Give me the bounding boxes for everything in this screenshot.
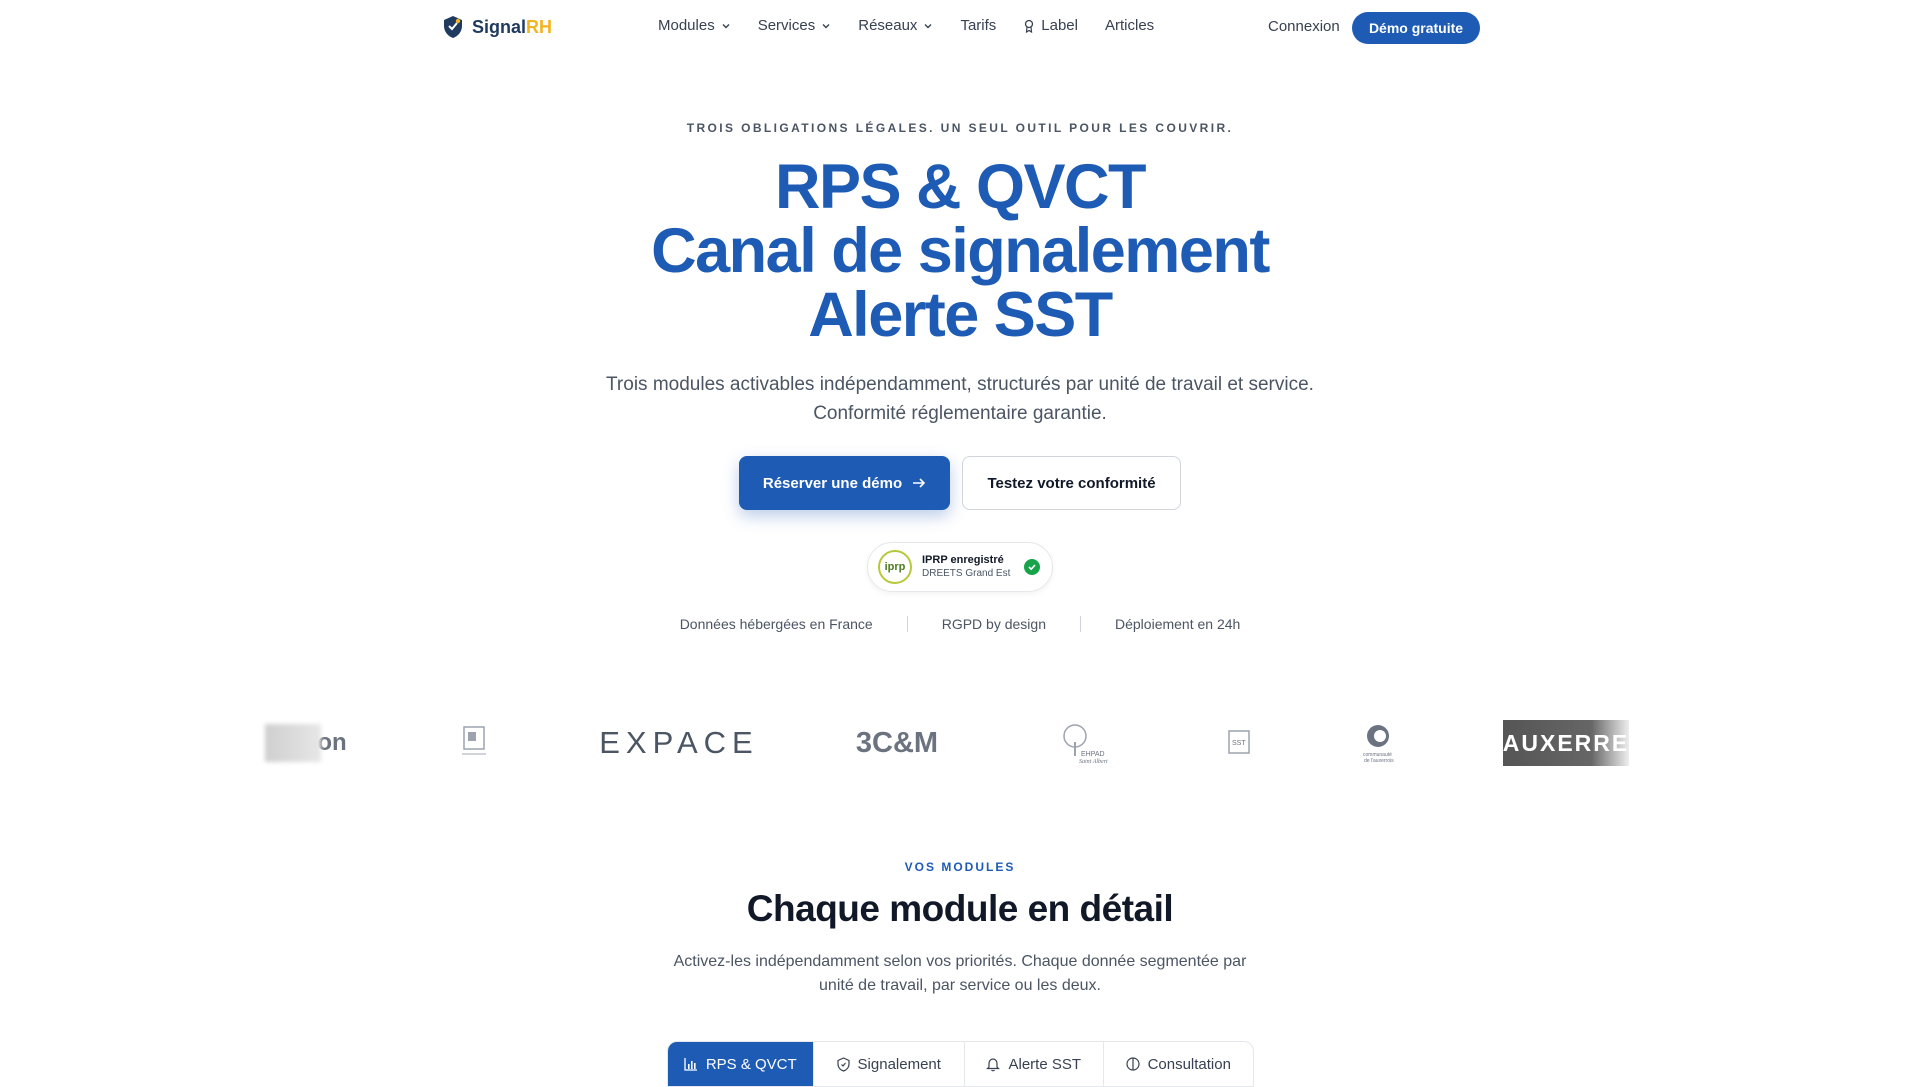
ehpad-logo: EHPAD Saint Albert	[1046, 720, 1116, 766]
check-icon	[1024, 559, 1041, 575]
region-logo: on	[261, 720, 351, 766]
login-link[interactable]: Connexion	[1268, 18, 1340, 35]
badge-title: IPRP enregistré	[922, 554, 1004, 566]
bar-chart-icon	[684, 1058, 697, 1071]
section-title: Chaque module en détail	[746, 888, 1174, 929]
book-demo-button[interactable]: Réserver une démo	[739, 456, 950, 510]
client-logo-strip: on EXPACE 3C&M EHPAD Saint Albert SST com…	[259, 720, 1659, 766]
section-eyebrow: VOS MODULES	[904, 860, 1016, 874]
divider	[906, 616, 908, 632]
iprp-logo: iprp	[878, 550, 912, 584]
main-nav: Modules Services Réseaux Tarifs Label Ar…	[658, 17, 1154, 34]
sst-logo: SST	[1219, 720, 1259, 766]
arrow-right-icon	[913, 478, 926, 488]
hero-title-line-1: RPS & QVCT	[774, 152, 1147, 222]
nav-articles[interactable]: Articles	[1105, 17, 1154, 34]
brand-name: SignalRH	[472, 16, 553, 37]
divider	[1080, 616, 1081, 632]
chevron-down-icon	[924, 23, 932, 28]
module-tabs: RPS & QVCT Signalement Alerte SST Consul…	[667, 1041, 1254, 1087]
chevron-down-icon	[722, 23, 730, 28]
free-demo-button[interactable]: Démo gratuite	[1352, 12, 1480, 44]
tab-consultation[interactable]: Consultation	[1104, 1042, 1253, 1086]
nav-tarifs[interactable]: Tarifs	[960, 17, 996, 34]
shield-logo-icon	[444, 16, 462, 38]
auxerre-logo: AUXERRE	[1503, 720, 1629, 766]
svg-text:EHPAD: EHPAD	[1081, 751, 1105, 758]
feature-rgpd: RGPD by design	[941, 616, 1046, 632]
svg-text:SST: SST	[1232, 740, 1246, 747]
compliance-test-button[interactable]: Testez votre conformité	[962, 456, 1181, 510]
feature-list: Données hébergées en France RGPD by desi…	[0, 616, 1920, 632]
brand-logo[interactable]: SignalRH	[442, 14, 552, 40]
3cm-logo: 3C&M	[855, 726, 939, 759]
auxerrois-logo: communauté de l'auxerrois	[1353, 720, 1403, 766]
expace-logo: EXPACE	[599, 725, 759, 760]
chevron-down-icon	[822, 23, 830, 28]
hero-title-line-2: Canal de signalement	[651, 216, 1270, 286]
nav-modules[interactable]: Modules	[658, 17, 731, 34]
hero-lead: Trois modules activables indépendamment,…	[606, 374, 1314, 424]
feature-deploy: Déploiement en 24h	[1115, 616, 1241, 632]
svg-text:Saint Albert: Saint Albert	[1079, 759, 1108, 764]
nav-label[interactable]: Label	[1023, 17, 1078, 34]
tab-signalement[interactable]: Signalement	[814, 1042, 965, 1086]
iprp-badge: iprp IPRP enregistré DREETS Grand Est	[867, 542, 1053, 592]
tab-rps-qvct[interactable]: RPS & QVCT	[668, 1042, 814, 1086]
davidson-logo	[449, 720, 499, 766]
split-circle-icon	[1125, 1057, 1140, 1071]
hero-kicker: TROIS OBLIGATIONS LÉGALES. UN SEUL OUTIL…	[686, 121, 1234, 135]
feature-hosting: Données hébergées en France	[679, 616, 873, 632]
bell-icon	[986, 1057, 1001, 1071]
shield-icon	[836, 1056, 850, 1072]
svg-text:de l'auxerrois: de l'auxerrois	[1364, 758, 1394, 764]
ribbon-icon	[1025, 19, 1034, 33]
nav-reseaux[interactable]: Réseaux	[858, 17, 933, 34]
section-lead: Activez-les indépendamment selon vos pri…	[673, 953, 1247, 994]
badge-subtitle: DREETS Grand Est	[922, 568, 1011, 579]
nav-services[interactable]: Services	[758, 17, 832, 34]
tab-alerte-sst[interactable]: Alerte SST	[965, 1042, 1104, 1086]
hero-title-line-3: Alerte SST	[808, 280, 1113, 350]
